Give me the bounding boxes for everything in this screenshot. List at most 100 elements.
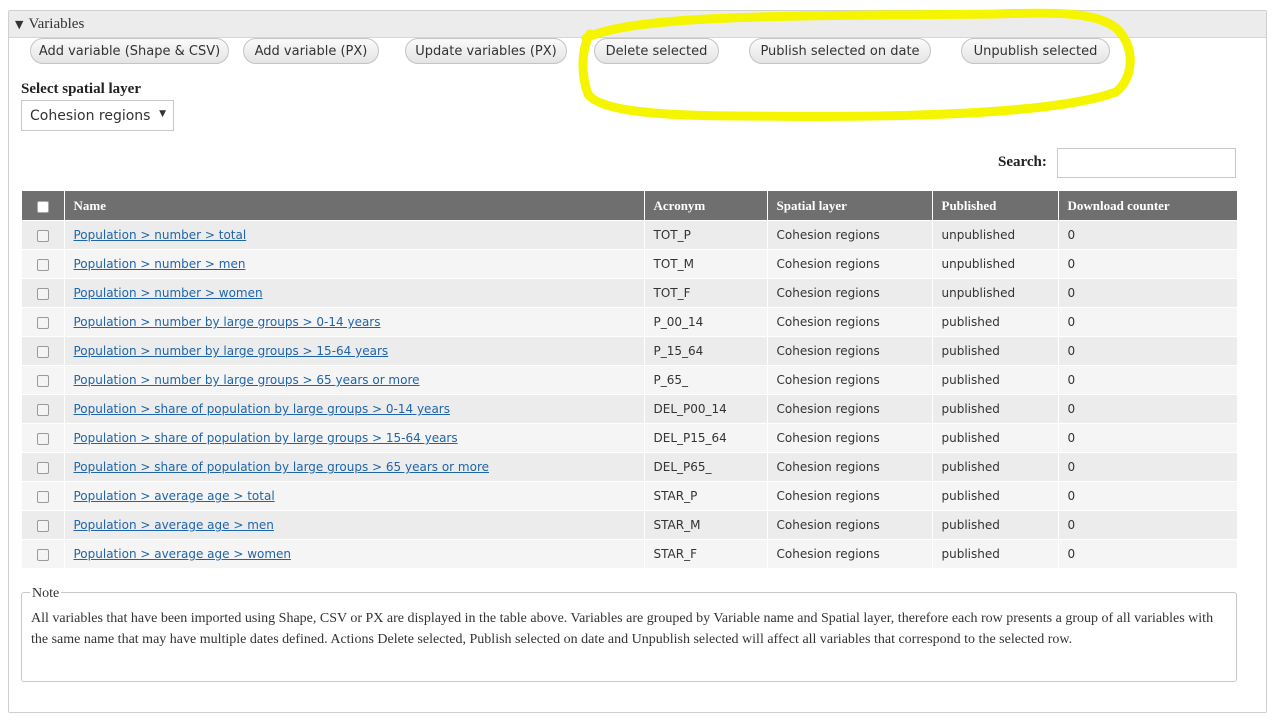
name-cell: Population > number by large groups > 15… xyxy=(63,336,644,366)
spatial-layer-cell: Cohesion regions xyxy=(766,452,932,482)
unpublish-selected-button[interactable]: Unpublish selected xyxy=(961,38,1110,64)
spatial-layer-cell: Cohesion regions xyxy=(766,510,932,540)
spatial-layer-label: Select spatial layer xyxy=(21,81,141,97)
acronym-cell: TOT_P xyxy=(643,220,767,250)
row-checkbox[interactable] xyxy=(36,258,49,271)
acronym-cell: DEL_P15_64 xyxy=(643,423,767,453)
spatial-layer-cell: Cohesion regions xyxy=(766,394,932,424)
name-cell: Population > share of population by larg… xyxy=(63,452,644,482)
spatial-layer-cell: Cohesion regions xyxy=(766,423,932,453)
name-cell: Population > average age > men xyxy=(63,510,644,540)
row-select-cell xyxy=(22,481,64,511)
name-cell: Population > number > men xyxy=(63,249,644,279)
row-checkbox[interactable] xyxy=(36,345,49,358)
table-row: Population > number > total TOT_P Cohesion… xyxy=(22,220,1237,250)
row-select-cell xyxy=(22,423,64,453)
published-cell: published xyxy=(931,510,1058,540)
variable-name-link[interactable]: Population > number by large groups > 15… xyxy=(74,344,389,358)
spatial-layer-cell: Cohesion regions xyxy=(766,365,932,395)
spatial-layer-cell: Cohesion regions xyxy=(766,539,932,568)
row-checkbox[interactable] xyxy=(36,432,49,445)
variable-name-link[interactable]: Population > average age > women xyxy=(74,547,292,561)
column-header-published[interactable]: Published xyxy=(931,191,1058,221)
variable-name-link[interactable]: Population > share of population by larg… xyxy=(74,460,490,474)
spatial-layer-cell: Cohesion regions xyxy=(766,336,932,366)
row-checkbox[interactable] xyxy=(36,403,49,416)
published-cell: published xyxy=(931,394,1058,424)
download-counter-cell: 0 xyxy=(1057,249,1237,279)
row-select-cell xyxy=(22,539,64,568)
search-input[interactable] xyxy=(1057,148,1236,178)
add-variable-px-button[interactable]: Add variable (PX) xyxy=(243,38,379,64)
dropdown-arrow-icon: ▼ xyxy=(159,109,166,119)
column-header-download-counter[interactable]: Download counter xyxy=(1057,191,1237,221)
published-cell: published xyxy=(931,336,1058,366)
search-label: Search: xyxy=(998,154,1047,170)
published-cell: published xyxy=(931,539,1058,568)
name-cell: Population > number by large groups > 65… xyxy=(63,365,644,395)
acronym-cell: DEL_P00_14 xyxy=(643,394,767,424)
update-variables-px-button[interactable]: Update variables (PX) xyxy=(405,38,567,64)
delete-selected-button[interactable]: Delete selected xyxy=(594,38,719,64)
row-select-cell xyxy=(22,249,64,279)
download-counter-cell: 0 xyxy=(1057,220,1237,250)
acronym-cell: P_00_14 xyxy=(643,307,767,337)
variable-name-link[interactable]: Population > number by large groups > 65… xyxy=(74,373,420,387)
row-checkbox[interactable] xyxy=(36,519,49,532)
variable-name-link[interactable]: Population > number > men xyxy=(74,257,246,271)
table-row: Population > average age > women STAR_F Co… xyxy=(22,539,1237,568)
download-counter-cell: 0 xyxy=(1057,336,1237,366)
row-checkbox[interactable] xyxy=(36,287,49,300)
table-header-row: Name Acronym Spatial layer Published Dow… xyxy=(22,191,1237,221)
table-row: Population > number by large groups > 15… xyxy=(22,336,1237,366)
variable-name-link[interactable]: Population > number > total xyxy=(74,228,247,242)
row-checkbox[interactable] xyxy=(36,374,49,387)
name-cell: Population > number > total xyxy=(63,220,644,250)
variable-name-link[interactable]: Population > average age > men xyxy=(74,518,274,532)
variable-name-link[interactable]: Population > number by large groups > 0-… xyxy=(74,315,381,329)
name-cell: Population > average age > women xyxy=(63,539,644,568)
acronym-cell: STAR_F xyxy=(643,539,767,568)
row-checkbox[interactable] xyxy=(36,490,49,503)
add-variable-shape-csv-button[interactable]: Add variable (Shape & CSV) xyxy=(30,38,229,64)
name-cell: Population > share of population by larg… xyxy=(63,394,644,424)
row-select-cell xyxy=(22,365,64,395)
published-cell: published xyxy=(931,481,1058,511)
published-cell: published xyxy=(931,307,1058,337)
variable-name-link[interactable]: Population > share of population by larg… xyxy=(74,431,458,445)
spatial-layer-cell: Cohesion regions xyxy=(766,278,932,308)
column-header-name[interactable]: Name xyxy=(63,191,644,221)
note-box: Note All variables that have been import… xyxy=(21,583,1237,682)
row-checkbox[interactable] xyxy=(36,229,49,242)
row-select-cell xyxy=(22,510,64,540)
acronym-cell: P_15_64 xyxy=(643,336,767,366)
variable-name-link[interactable]: Population > average age > total xyxy=(74,489,275,503)
row-checkbox[interactable] xyxy=(36,461,49,474)
select-all-checkbox[interactable] xyxy=(36,200,49,213)
note-title: Note xyxy=(30,583,62,604)
download-counter-cell: 0 xyxy=(1057,278,1237,308)
row-select-cell xyxy=(22,394,64,424)
row-checkbox[interactable] xyxy=(36,548,49,561)
published-cell: published xyxy=(931,365,1058,395)
acronym-cell: TOT_M xyxy=(643,249,767,279)
name-cell: Population > average age > total xyxy=(63,481,644,511)
variables-section-toggle[interactable]: ▼ Variables xyxy=(9,11,1266,38)
triangle-down-icon: ▼ xyxy=(15,17,24,31)
name-cell: Population > share of population by larg… xyxy=(63,423,644,453)
variable-name-link[interactable]: Population > number > women xyxy=(74,286,263,300)
column-header-acronym[interactable]: Acronym xyxy=(643,191,767,221)
published-cell: unpublished xyxy=(931,278,1058,308)
download-counter-cell: 0 xyxy=(1057,539,1237,568)
section-title: Variables xyxy=(28,15,85,32)
table-row: Population > share of population by larg… xyxy=(22,452,1237,482)
column-header-spatial-layer[interactable]: Spatial layer xyxy=(766,191,932,221)
row-checkbox[interactable] xyxy=(36,316,49,329)
download-counter-cell: 0 xyxy=(1057,423,1237,453)
variable-name-link[interactable]: Population > share of population by larg… xyxy=(74,402,450,416)
published-cell: unpublished xyxy=(931,220,1058,250)
download-counter-cell: 0 xyxy=(1057,365,1237,395)
publish-selected-on-date-button[interactable]: Publish selected on date xyxy=(749,38,931,64)
spatial-layer-select[interactable]: Cohesion regions ▼ xyxy=(21,100,174,131)
row-select-cell xyxy=(22,452,64,482)
